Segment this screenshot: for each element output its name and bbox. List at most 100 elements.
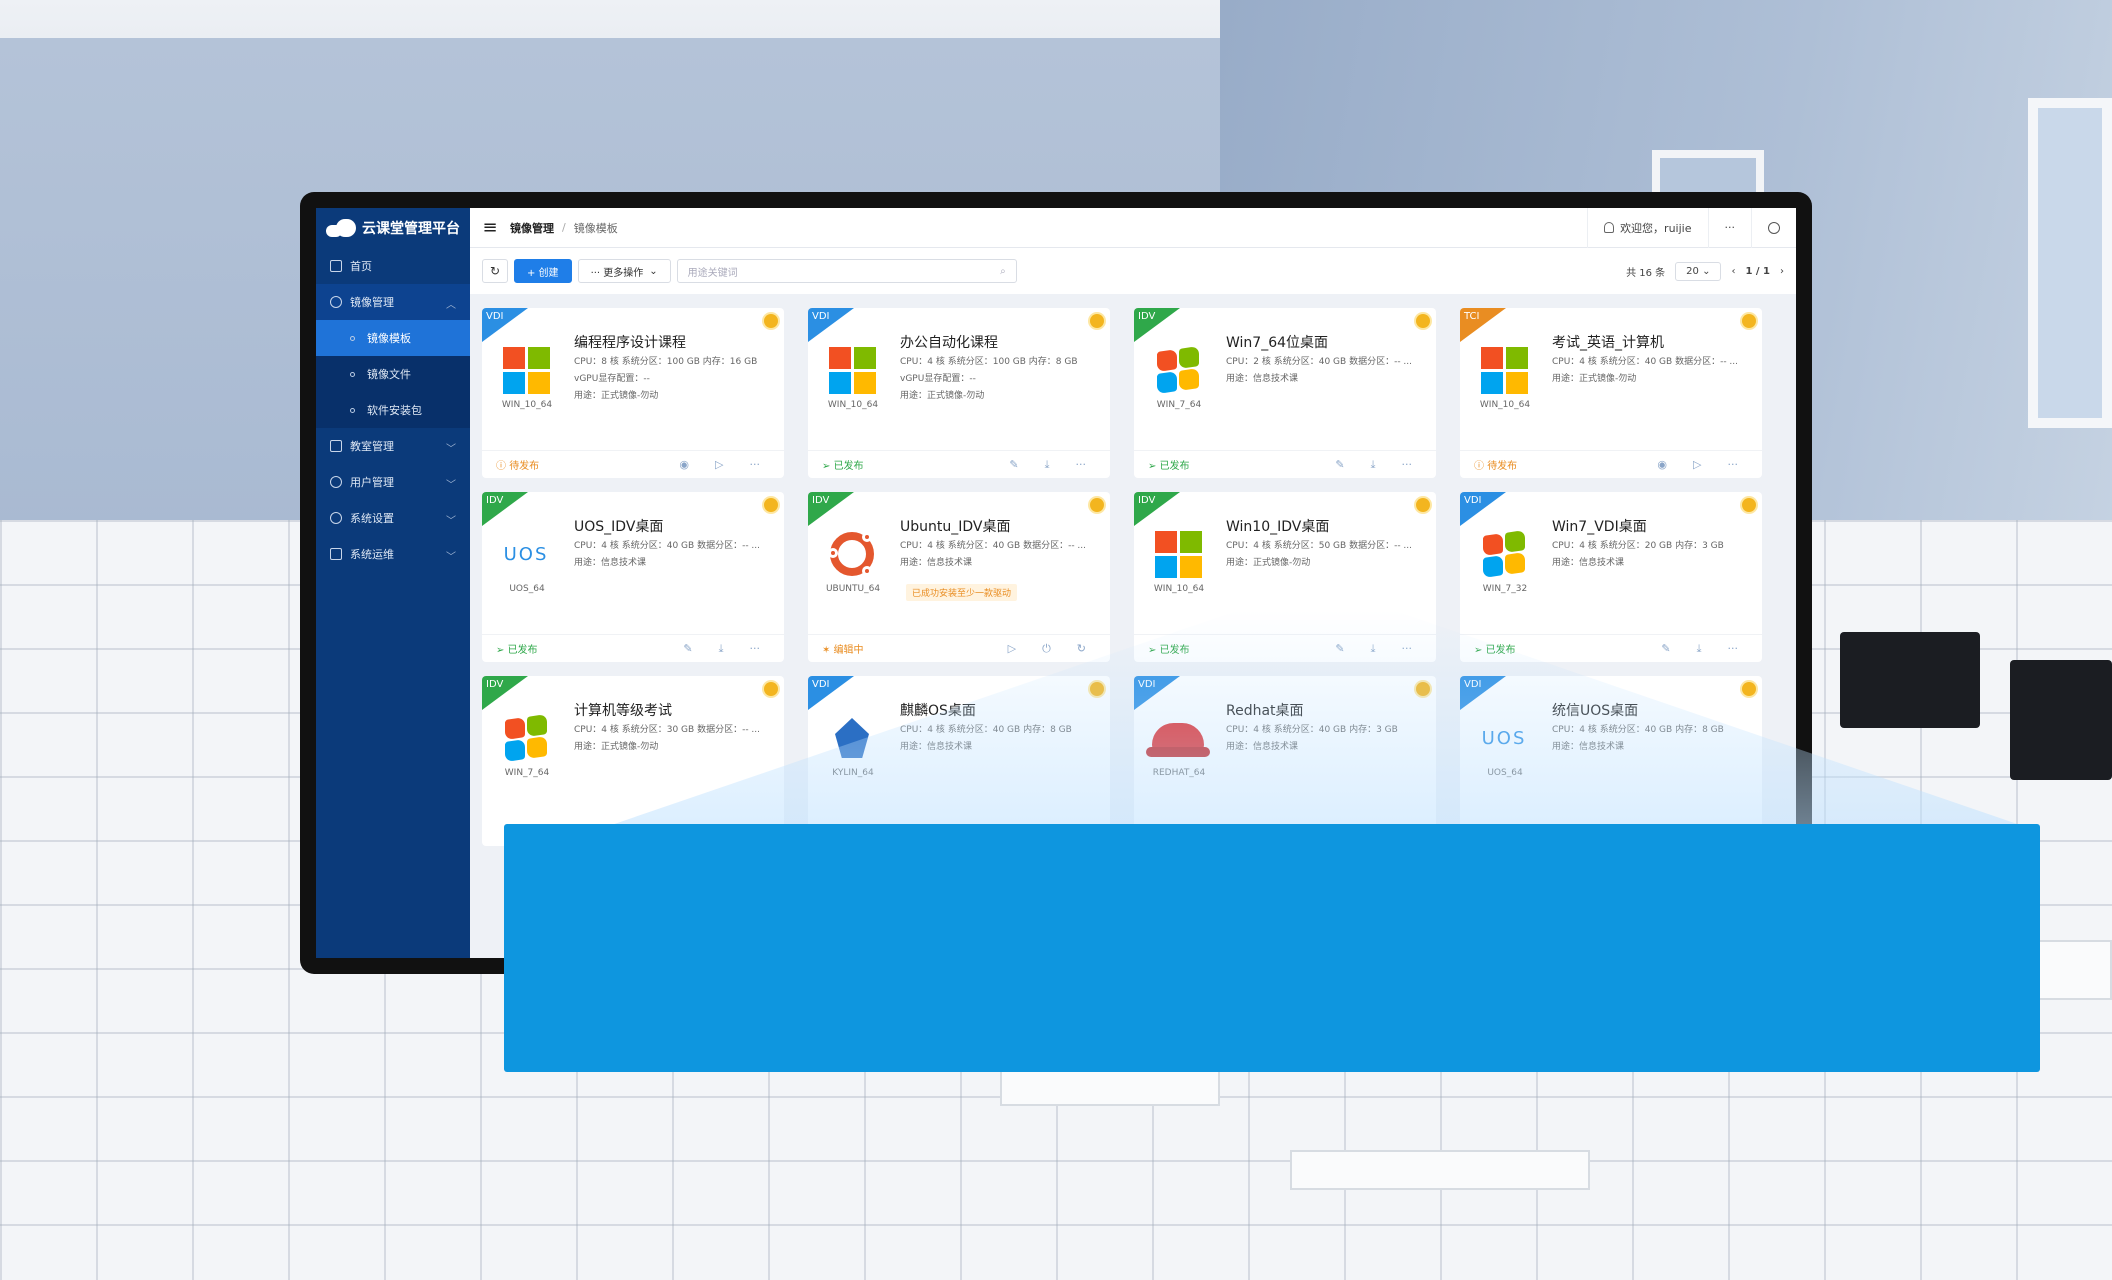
breadcrumb-current: 镜像模板: [573, 221, 618, 235]
image-template-card[interactable]: VDI REDHAT_64 Redhat桌面 CPU：4 核 系统分区：40 G…: [1134, 676, 1436, 846]
os-name: UBUNTU_64: [825, 584, 881, 594]
os-name: WIN_10_64: [1479, 400, 1531, 410]
image-type-label: VDI: [1464, 495, 1482, 506]
user-menu[interactable]: 欢迎您，ruijie: [1587, 208, 1707, 248]
sidebar-item-software-package[interactable]: 软件安装包: [316, 392, 470, 428]
image-template-card[interactable]: VDI WIN_10_64 办公自动化课程 CPU：4 核 系统分区：100 G…: [808, 308, 1110, 478]
card-title[interactable]: 考试_英语_计算机: [1552, 332, 1664, 352]
image-template-card[interactable]: VDI WIN_7_32 Win7_VDI桌面 CPU：4 核 系统分区：20 …: [1460, 492, 1762, 662]
more-icon[interactable]: ···: [750, 458, 761, 471]
more-icon[interactable]: ···: [1076, 458, 1087, 472]
os-name: WIN_10_64: [1153, 584, 1205, 594]
card-title[interactable]: Win7_VDI桌面: [1552, 516, 1647, 536]
play-icon[interactable]: ▷: [715, 458, 723, 471]
card-title[interactable]: Ubuntu_IDV桌面: [900, 516, 1010, 536]
eye-icon[interactable]: ◉: [1657, 458, 1667, 471]
image-template-card[interactable]: VDI UOS UOS_64 统信UOS桌面 CPU：4 核 系统分区：40 G…: [1460, 676, 1762, 846]
power-icon[interactable]: ⏻: [1042, 642, 1051, 656]
sidebar-item-classroom[interactable]: 教室管理 ﹀: [316, 428, 470, 464]
app-logo-text: 云课堂管理平台: [362, 221, 460, 237]
download-icon[interactable]: ⤓: [1371, 458, 1376, 472]
download-icon[interactable]: ⤓: [719, 642, 724, 656]
status-text: 已发布: [833, 461, 864, 472]
card-title[interactable]: 麒麟OS桌面: [900, 700, 976, 720]
download-icon[interactable]: ⤓: [1045, 458, 1050, 472]
os-icon: [826, 528, 878, 580]
os-name: WIN_10_64: [827, 400, 879, 410]
spec-line: 用途：正式镜像-勿动: [1226, 558, 1311, 568]
search-input[interactable]: 用途关键词 ⌕: [676, 259, 1017, 283]
card-title[interactable]: 计算机等级考试: [574, 700, 672, 720]
download-icon[interactable]: ⤓: [1697, 642, 1702, 656]
edit-icon[interactable]: ✎: [1335, 642, 1344, 656]
card-title[interactable]: 统信UOS桌面: [1552, 700, 1638, 720]
status-text: 已发布: [507, 645, 538, 656]
refresh-button[interactable]: ↻: [482, 259, 508, 283]
more-icon[interactable]: ···: [1728, 642, 1739, 656]
spec-line: CPU：4 核 系统分区：40 GB 内存：3 GB: [1226, 725, 1398, 735]
card-specs: CPU：4 核 系统分区：20 GB 内存：3 GB 用途：信息技术课: [1552, 538, 1752, 572]
prev-page-button[interactable]: ‹: [1731, 266, 1735, 277]
more-icon[interactable]: ···: [1402, 458, 1413, 472]
more-actions-dropdown[interactable]: ··· 更多操作 ⌄: [577, 259, 671, 283]
more-icon[interactable]: ···: [1402, 642, 1413, 656]
os-icon: [500, 712, 552, 764]
status-text: 已发布: [1159, 461, 1190, 472]
image-template-card[interactable]: IDV WIN_7_64 计算机等级考试 CPU：4 核 系统分区：30 GB …: [482, 676, 784, 846]
card-title[interactable]: 办公自动化课程: [900, 332, 998, 352]
image-template-card[interactable]: IDV UOS UOS_64 UOS_IDV桌面 CPU：4 核 系统分区：40…: [482, 492, 784, 662]
spec-line: 用途：信息技术课: [1552, 558, 1625, 568]
sidebar-item-home[interactable]: 首页: [316, 248, 470, 284]
image-template-card[interactable]: IDV WIN_10_64 Win10_IDV桌面 CPU：4 核 系统分区：5…: [1134, 492, 1436, 662]
status-text: 编辑中: [833, 645, 864, 656]
sidebar-item-image-file[interactable]: 镜像文件: [316, 356, 470, 392]
status-text: 已发布: [1159, 645, 1190, 656]
edit-icon[interactable]: ✎: [1335, 458, 1344, 472]
sidebar-item-users[interactable]: 用户管理 ﹀: [316, 464, 470, 500]
create-button[interactable]: + 创建: [514, 259, 572, 283]
more-icon[interactable]: ···: [750, 642, 761, 656]
card-title[interactable]: Redhat桌面: [1226, 700, 1304, 720]
kylin-logo-icon: [835, 718, 869, 758]
redhat-logo-icon: [1146, 723, 1210, 757]
card-title[interactable]: UOS_IDV桌面: [574, 516, 663, 536]
menu-toggle-icon[interactable]: ≡: [470, 217, 510, 238]
sidebar-item-settings[interactable]: 系统设置 ﹀: [316, 500, 470, 536]
chevron-up-icon: ︿: [446, 300, 456, 311]
download-icon[interactable]: ⤓: [1371, 642, 1376, 656]
image-template-card[interactable]: TCI WIN_10_64 考试_英语_计算机 CPU：4 核 系统分区：40 …: [1460, 308, 1762, 478]
card-actions: ✎ ⤓ ···: [1009, 458, 1086, 472]
cloud-logo-icon: [324, 219, 358, 237]
edit-icon[interactable]: ✎: [683, 642, 692, 656]
sidebar-item-image-management[interactable]: 镜像管理 ︿: [316, 284, 470, 320]
more-icon[interactable]: ···: [1728, 458, 1739, 471]
edit-icon[interactable]: ✎: [1661, 642, 1670, 656]
spec-line: 用途：信息技术课: [900, 558, 973, 568]
image-template-card[interactable]: IDV UBUNTU_64 Ubuntu_IDV桌面 CPU：4 核 系统分区：…: [808, 492, 1110, 662]
card-title[interactable]: Win10_IDV桌面: [1226, 516, 1329, 536]
breadcrumb-parent[interactable]: 镜像管理: [510, 220, 554, 236]
play-icon[interactable]: ▷: [1693, 458, 1701, 471]
next-page-button[interactable]: ›: [1780, 266, 1784, 277]
image-template-card[interactable]: VDI WIN_10_64 编程程序设计课程 CPU：8 核 系统分区：100 …: [482, 308, 784, 478]
card-title[interactable]: Win7_64位桌面: [1226, 332, 1328, 352]
image-template-card[interactable]: VDI KYLIN_64 麒麟OS桌面 CPU：4 核 系统分区：40 GB 内…: [808, 676, 1110, 846]
eye-icon[interactable]: ◉: [679, 458, 689, 471]
edit-icon[interactable]: ✎: [1009, 458, 1018, 472]
sidebar-item-image-template[interactable]: 镜像模板: [316, 320, 470, 356]
play-icon[interactable]: ▷: [1008, 642, 1016, 656]
page-size-select[interactable]: 20 ⌄: [1675, 261, 1722, 281]
spec-line: CPU：4 核 系统分区：40 GB 内存：8 GB: [1552, 725, 1724, 735]
app-logo[interactable]: 云课堂管理平台: [316, 208, 470, 248]
windows-10-icon: [1480, 346, 1528, 394]
sun-badge-icon: [1416, 498, 1430, 512]
sidebar-item-maintenance[interactable]: 系统运维 ﹀: [316, 536, 470, 572]
spec-line: CPU：4 核 系统分区：40 GB 数据分区：-- ...: [900, 541, 1087, 551]
more-menu-button[interactable]: ···: [1707, 208, 1752, 248]
sun-badge-icon: [764, 498, 778, 512]
status-text: 已发布: [1485, 645, 1516, 656]
card-title[interactable]: 编程程序设计课程: [574, 332, 686, 352]
history-button[interactable]: [1751, 208, 1796, 248]
reload-icon[interactable]: ↻: [1077, 642, 1086, 656]
image-template-card[interactable]: IDV WIN_7_64 Win7_64位桌面 CPU：2 核 系统分区：40 …: [1134, 308, 1436, 478]
